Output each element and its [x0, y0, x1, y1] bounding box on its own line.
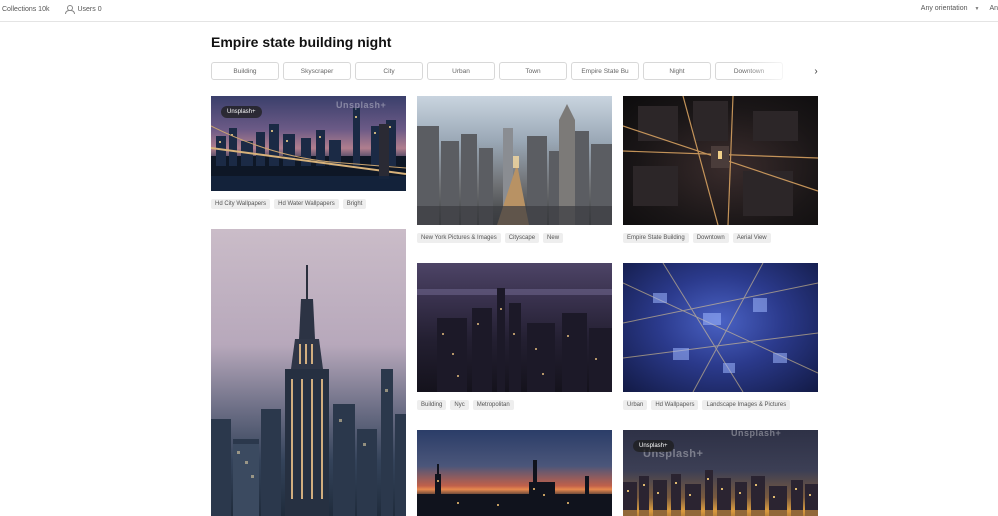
- photo-art: [417, 460, 612, 516]
- unsplash-watermark: Unsplash+: [336, 100, 387, 110]
- unsplash-plus-badge: Unsplash+: [633, 440, 674, 452]
- tag[interactable]: Landscape Images & Pictures: [702, 400, 791, 410]
- tag[interactable]: Hd City Wallpapers: [211, 199, 271, 209]
- users-label: Users 0: [77, 5, 102, 13]
- chevron-right-icon[interactable]: ›: [808, 63, 824, 79]
- top-bar: Collections 10k Users 0 Any orientation …: [0, 0, 998, 22]
- photo-art: [417, 104, 612, 225]
- collections-tab[interactable]: Collections 10k: [2, 5, 49, 13]
- tag[interactable]: Aerial View: [732, 233, 771, 243]
- page-title: Empire state building night: [211, 34, 392, 50]
- chips-fade: [741, 62, 811, 80]
- photo-blue-aerial[interactable]: [623, 263, 818, 392]
- chip-city[interactable]: City: [355, 62, 423, 80]
- photo-art: [623, 96, 818, 225]
- photo-3-tags: Empire State Building Downtown Aerial Vi…: [623, 233, 771, 243]
- chip-empire-state[interactable]: Empire State Bu: [571, 62, 639, 80]
- chevron-down-icon: ▼: [974, 5, 980, 12]
- photo-2-tags: New York Pictures & Images Cityscape New: [417, 233, 564, 243]
- top-bar-right: Any orientation ▼ An: [921, 5, 998, 12]
- photo-purple-aerial[interactable]: [417, 263, 612, 392]
- tag[interactable]: Bright: [342, 199, 367, 209]
- chip-town[interactable]: Town: [499, 62, 567, 80]
- tag[interactable]: Downtown: [692, 233, 729, 243]
- chip-urban[interactable]: Urban: [427, 62, 495, 80]
- tag[interactable]: New: [543, 233, 564, 243]
- orientation-label: Any orientation: [920, 5, 968, 12]
- top-bar-left: Collections 10k Users 0: [2, 5, 102, 14]
- photo-1-tags: Hd City Wallpapers Hd Water Wallpapers B…: [211, 199, 367, 209]
- tag[interactable]: Hd Water Wallpapers: [274, 199, 339, 209]
- tag[interactable]: Empire State Building: [623, 233, 689, 243]
- photo-art: [211, 265, 406, 516]
- tag[interactable]: Building: [417, 400, 447, 410]
- chip-skyscraper[interactable]: Skyscraper: [283, 62, 351, 80]
- users-tab[interactable]: Users 0: [65, 5, 102, 14]
- orientation-dropdown[interactable]: Any orientation ▼: [921, 5, 980, 12]
- tag[interactable]: Nyc: [450, 400, 469, 410]
- tag[interactable]: New York Pictures & Images: [417, 233, 501, 243]
- photo-sunset-skyline[interactable]: [417, 430, 612, 516]
- photo-art: [623, 263, 818, 392]
- photo-6-tags: Urban Hd Wallpapers Landscape Images & P…: [623, 400, 791, 410]
- tag[interactable]: Metropolitan: [472, 400, 514, 410]
- photo-aerial-night[interactable]: [623, 96, 818, 225]
- tag[interactable]: Hd Wallpapers: [651, 400, 699, 410]
- unsplash-plus-badge: Unsplash+: [221, 106, 262, 118]
- photo-night-skyline-plus[interactable]: Unsplash+ Unsplash+ Unsplash+: [623, 430, 818, 516]
- user-icon: [65, 5, 76, 14]
- photo-5-tags: Building Nyc Metropolitan: [417, 400, 514, 410]
- filter-dropdown-partial[interactable]: An: [989, 5, 998, 12]
- filter-label-partial: An: [989, 5, 998, 12]
- photo-brooklyn-bridge[interactable]: Unsplash+ Unsplash+: [211, 96, 406, 191]
- tag[interactable]: Urban: [623, 400, 648, 410]
- related-searches: Building Skyscraper City Urban Town Empi…: [211, 62, 811, 80]
- photo-art: [417, 288, 612, 392]
- photo-empire-state-tall[interactable]: [211, 229, 406, 516]
- chip-night[interactable]: Night: [643, 62, 711, 80]
- photo-city-street[interactable]: [417, 96, 612, 225]
- chip-building[interactable]: Building: [211, 62, 279, 80]
- tag[interactable]: Cityscape: [504, 233, 540, 243]
- collections-label: Collections 10k: [2, 5, 50, 13]
- unsplash-watermark: Unsplash+: [731, 430, 782, 438]
